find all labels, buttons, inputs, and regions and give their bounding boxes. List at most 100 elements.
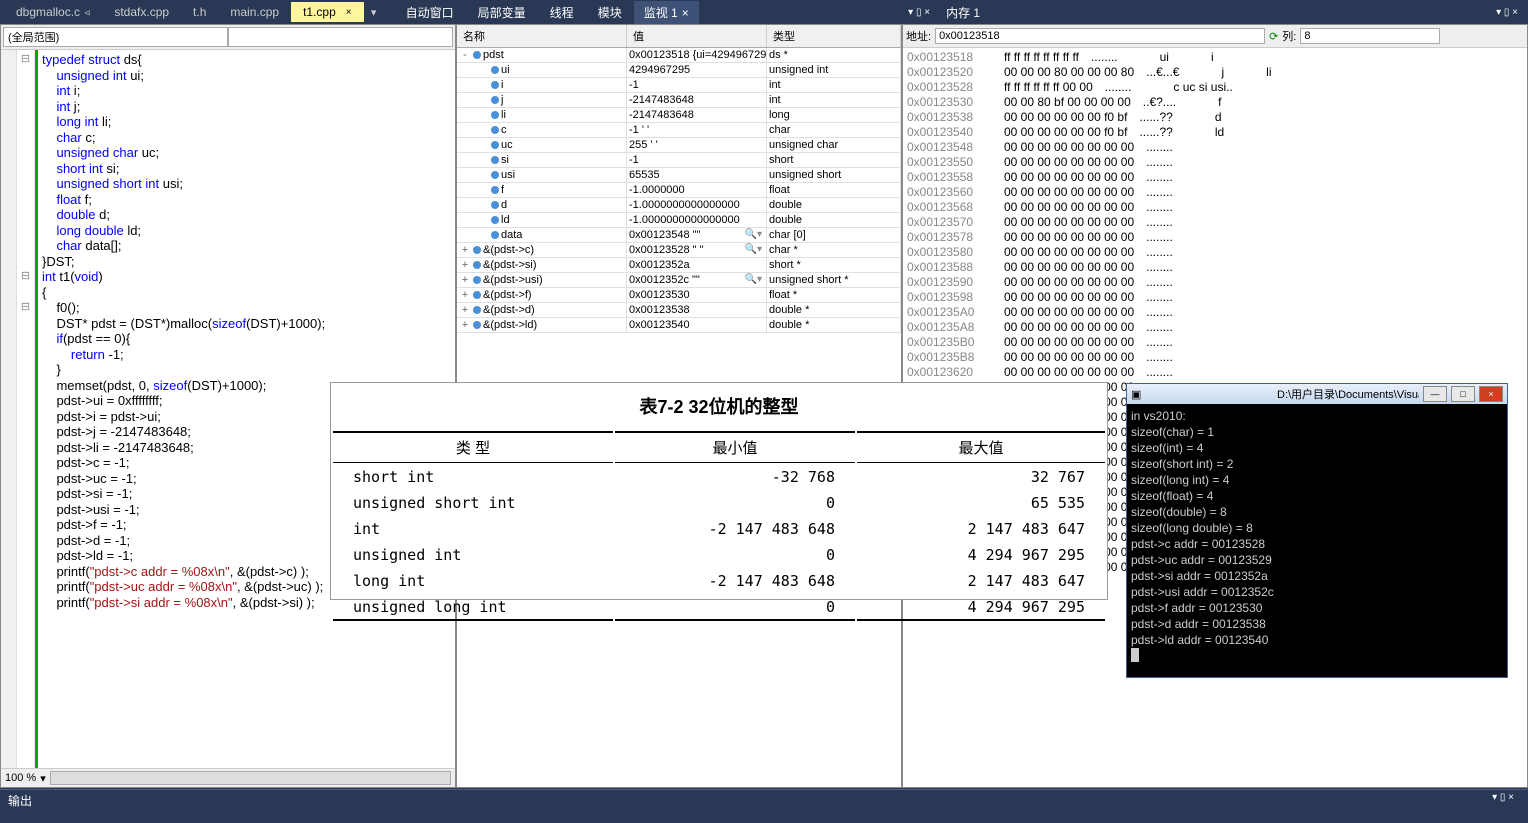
memory-row: 0x0012355000 00 00 00 00 00 00 00.......… (907, 155, 1523, 170)
watch-panel-icons[interactable]: ▾ ▯ × (908, 7, 936, 18)
watch-row[interactable]: + &(pdst->usi)0x0012352c ""🔍▾unsigned sh… (457, 273, 901, 288)
variable-icon (491, 66, 499, 74)
variable-icon (491, 81, 499, 89)
variable-icon (491, 141, 499, 149)
variable-icon (473, 246, 481, 254)
columns-label: 列: (1282, 28, 1296, 44)
memory-row: 0x0012359800 00 00 00 00 00 00 00.......… (907, 290, 1523, 305)
memory-row: 0x001235B000 00 00 00 00 00 00 00.......… (907, 335, 1523, 350)
watch-row[interactable]: data0x00123548 ""🔍▾char [0] (457, 228, 901, 243)
variable-icon (491, 171, 499, 179)
watch-row[interactable]: + &(pdst->c)0x00123528 " "🔍▾char * (457, 243, 901, 258)
memory-row: 0x0012357800 00 00 00 00 00 00 00.......… (907, 230, 1523, 245)
memory-row: 0x0012356800 00 00 00 00 00 00 00.......… (907, 200, 1523, 215)
watch-row[interactable]: - pdst0x00123518 {ui=4294967295ds * (457, 48, 901, 63)
zoom-dropdown-icon[interactable]: ▾ (40, 772, 46, 785)
memory-row: 0x0012353800 00 00 00 00 00 f0 bf......?… (907, 110, 1523, 125)
expand-icon[interactable]: + (459, 319, 471, 331)
watch-row[interactable]: j-2147483648int (457, 93, 901, 108)
book-row: unsigned long int04 294 967 295 (333, 595, 1105, 621)
file-tab[interactable]: dbgmalloc.c⏿ (4, 2, 102, 22)
watch-row[interactable]: uc255 ' 'unsigned char (457, 138, 901, 153)
memory-row: 0x0012358000 00 00 00 00 00 00 00.......… (907, 245, 1523, 260)
memory-row: 0x0012355800 00 00 00 00 00 00 00.......… (907, 170, 1523, 185)
output-panel-icons[interactable]: ▾ ▯ × (1492, 792, 1520, 809)
watch-row[interactable]: + &(pdst->ld)0x00123540double * (457, 318, 901, 333)
watch-row[interactable]: ld-1.0000000000000000double (457, 213, 901, 228)
variable-icon (491, 156, 499, 164)
scope-dropdown[interactable]: (全局范围) (3, 27, 228, 47)
watch-row[interactable]: + &(pdst->d)0x00123538double * (457, 303, 901, 318)
close-button[interactable]: × (1479, 386, 1503, 402)
console-output: in vs2010:sizeof(char) = 1sizeof(int) = … (1127, 404, 1507, 670)
variable-icon (473, 291, 481, 299)
visualizer-icon[interactable]: 🔍▾ (745, 274, 762, 285)
expand-icon[interactable]: + (459, 274, 471, 286)
variable-icon (491, 111, 499, 119)
expand-icon[interactable]: + (459, 289, 471, 301)
memory-row: 0x0012356000 00 00 00 00 00 00 00.......… (907, 185, 1523, 200)
book-row: short int-32 76832 767 (333, 465, 1105, 489)
watch-row[interactable]: ui4294967295unsigned int (457, 63, 901, 78)
debug-menu-item[interactable]: 局部变量 (466, 1, 538, 24)
console-window[interactable]: ▣ D:\用户目录\Documents\Visual Studio 2010\.… (1126, 383, 1508, 678)
book-row: long int-2 147 483 6482 147 483 647 (333, 569, 1105, 593)
expand-icon[interactable]: - (459, 49, 471, 61)
file-tab[interactable]: t.h (181, 2, 218, 22)
watch-row[interactable]: li-2147483648long (457, 108, 901, 123)
breakpoint-gutter[interactable] (1, 50, 17, 768)
variable-icon (473, 51, 481, 59)
address-label: 地址: (906, 28, 931, 44)
memory-row: 0x0012352000 00 00 80 00 00 00 80...€...… (907, 65, 1523, 80)
file-tab[interactable]: stdafx.cpp (102, 2, 181, 22)
watch-row[interactable]: si-1short (457, 153, 901, 168)
book-row: unsigned int04 294 967 295 (333, 543, 1105, 567)
maximize-button[interactable]: □ (1451, 386, 1475, 402)
outline-gutter[interactable]: ⊟⊟⊟ (17, 50, 35, 768)
memory-row: 0x0012359000 00 00 00 00 00 00 00.......… (907, 275, 1523, 290)
watch-row[interactable]: c-1 ' 'char (457, 123, 901, 138)
minimize-button[interactable]: — (1423, 386, 1447, 402)
watch-row[interactable]: + &(pdst->f)0x00123530float * (457, 288, 901, 303)
variable-icon (473, 306, 481, 314)
memory-panel-title: 内存 1 (936, 1, 1496, 24)
columns-input[interactable] (1300, 28, 1440, 44)
watch-row[interactable]: usi65535unsigned short (457, 168, 901, 183)
watch-row[interactable]: d-1.0000000000000000double (457, 198, 901, 213)
horizontal-scrollbar[interactable] (50, 771, 451, 785)
debug-menu-item[interactable]: 自动窗口 (394, 1, 466, 24)
file-tab[interactable]: t1.cpp× (291, 2, 364, 22)
memory-row: 0x0012354000 00 00 00 00 00 f0 bf......?… (907, 125, 1523, 140)
refresh-icon[interactable]: ⟳ (1269, 30, 1278, 43)
watch-row[interactable]: i-1int (457, 78, 901, 93)
debug-menu-item[interactable]: 模块 (586, 1, 634, 24)
editor-tab-bar: dbgmalloc.c⏿stdafx.cppt.hmain.cppt1.cpp×… (0, 0, 1528, 24)
address-input[interactable] (935, 28, 1265, 44)
visualizer-icon[interactable]: 🔍▾ (745, 244, 762, 255)
watch-row[interactable]: + &(pdst->si)0x0012352ashort * (457, 258, 901, 273)
variable-icon (491, 216, 499, 224)
variable-icon (473, 276, 481, 284)
watch-tab[interactable]: 监视 1× (634, 1, 699, 24)
tab-overflow-icon[interactable]: ▾ (364, 6, 384, 19)
variable-icon (491, 201, 499, 209)
visualizer-icon[interactable]: 🔍▾ (745, 229, 762, 240)
variable-icon (491, 231, 499, 239)
file-tab[interactable]: main.cpp (218, 2, 291, 22)
variable-icon (491, 186, 499, 194)
close-icon[interactable]: × (682, 6, 689, 20)
variable-icon (491, 126, 499, 134)
expand-icon[interactable]: + (459, 259, 471, 271)
memory-panel-icons[interactable]: ▾ ▯ × (1496, 7, 1524, 18)
watch-row[interactable]: f-1.0000000float (457, 183, 901, 198)
debug-menu-item[interactable]: 线程 (538, 1, 586, 24)
expand-icon[interactable]: + (459, 304, 471, 316)
memory-row: 0x001235B800 00 00 00 00 00 00 00.......… (907, 350, 1523, 365)
variable-icon (491, 96, 499, 104)
memory-row: 0x001235A000 00 00 00 00 00 00 00.......… (907, 305, 1523, 320)
expand-icon[interactable]: + (459, 244, 471, 256)
close-icon[interactable]: × (346, 7, 352, 18)
variable-icon (473, 321, 481, 329)
zoom-level[interactable]: 100 % (5, 772, 36, 784)
member-dropdown[interactable] (228, 27, 453, 47)
